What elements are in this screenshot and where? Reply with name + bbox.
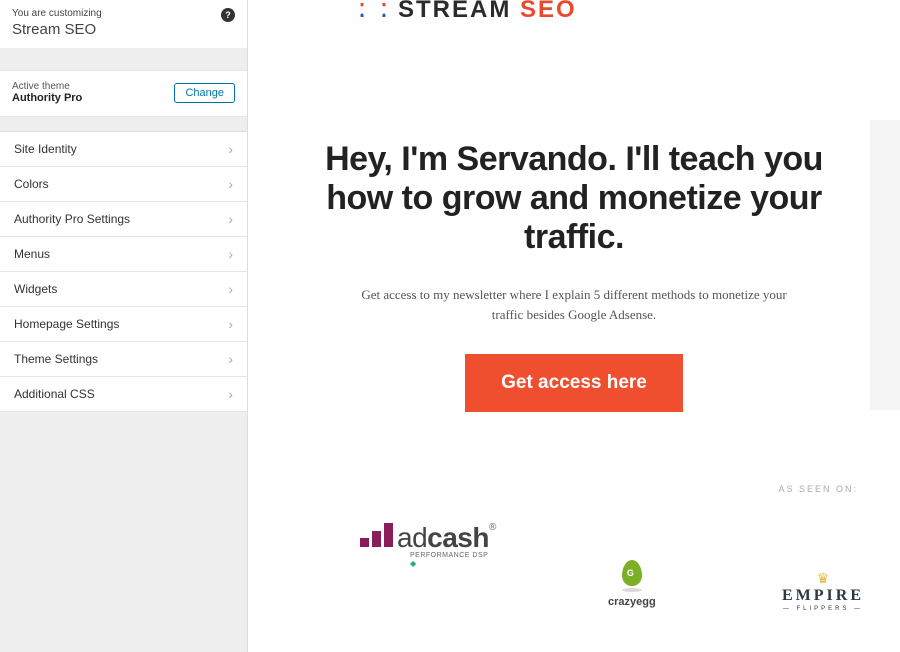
logos-row: adcash® PERFORMANCE DSP ◆ crazyegg ♛ EMP… xyxy=(248,518,900,628)
empire-subtext: — FLIPPERS — xyxy=(782,606,864,612)
brand[interactable]: STREAM SEO xyxy=(358,0,577,24)
chevron-right-icon: › xyxy=(228,177,233,191)
hero-headline: Hey, I'm Servando. I'll teach you how to… xyxy=(308,140,840,257)
change-theme-button[interactable]: Change xyxy=(174,83,235,103)
menu-item-site-identity[interactable]: Site Identity › xyxy=(0,132,247,167)
chevron-right-icon: › xyxy=(228,212,233,226)
active-theme-panel: Active theme Authority Pro Change xyxy=(0,70,247,117)
adcash-word2: cash xyxy=(427,522,489,553)
site-header: STREAM SEO xyxy=(248,0,900,20)
adcash-word1: ad xyxy=(397,522,427,553)
brand-word-1: STREAM xyxy=(398,0,520,23)
customizing-label: You are customizing xyxy=(12,8,102,19)
menu-item-widgets[interactable]: Widgets › xyxy=(0,272,247,307)
hero-section: Hey, I'm Servando. I'll teach you how to… xyxy=(248,20,900,412)
active-theme-name: Authority Pro xyxy=(12,92,82,104)
crown-icon: ♛ xyxy=(782,570,864,587)
menu-item-label: Menus xyxy=(14,247,50,261)
logo-adcash: adcash® PERFORMANCE DSP ◆ xyxy=(360,522,496,554)
menu-item-menus[interactable]: Menus › xyxy=(0,237,247,272)
menu-item-authority-pro-settings[interactable]: Authority Pro Settings › xyxy=(0,202,247,237)
menu-item-label: Authority Pro Settings xyxy=(14,212,130,226)
chevron-right-icon: › xyxy=(228,247,233,261)
crazyegg-text: crazyegg xyxy=(608,596,656,608)
adcash-bars-icon xyxy=(360,523,393,547)
hero-subtext: Get access to my newsletter where I expl… xyxy=(344,285,804,324)
menu-item-additional-css[interactable]: Additional CSS › xyxy=(0,377,247,412)
menu-item-homepage-settings[interactable]: Homepage Settings › xyxy=(0,307,247,342)
chevron-right-icon: › xyxy=(228,317,233,331)
site-name: Stream SEO xyxy=(12,21,102,38)
logo-crazyegg: crazyegg xyxy=(608,560,656,608)
menu-item-colors[interactable]: Colors › xyxy=(0,167,247,202)
adcash-dot-icon: ◆ xyxy=(410,559,417,568)
chevron-right-icon: › xyxy=(228,282,233,296)
empire-text: EMPIRE xyxy=(782,587,864,605)
menu-item-label: Homepage Settings xyxy=(14,317,119,331)
menu-item-label: Site Identity xyxy=(14,142,77,156)
menu-item-label: Colors xyxy=(14,177,49,191)
menu-item-label: Widgets xyxy=(14,282,57,296)
as-seen-on-label: AS SEEN ON: xyxy=(778,484,858,494)
logo-empire-flippers: ♛ EMPIRE — FLIPPERS — xyxy=(782,570,864,612)
site-preview: STREAM SEO Hey, I'm Servando. I'll teach… xyxy=(248,0,900,652)
hero-shadow xyxy=(870,120,900,410)
crazyegg-egg-icon xyxy=(622,560,642,586)
menu-item-theme-settings[interactable]: Theme Settings › xyxy=(0,342,247,377)
customizer-sidebar: You are customizing Stream SEO ? Active … xyxy=(0,0,248,652)
chevron-right-icon: › xyxy=(228,142,233,156)
sidebar-header: You are customizing Stream SEO ? xyxy=(0,0,247,48)
cta-button[interactable]: Get access here xyxy=(465,354,683,412)
brand-logo-icon xyxy=(358,3,388,17)
menu-item-label: Theme Settings xyxy=(14,352,98,366)
brand-text: STREAM SEO xyxy=(398,0,577,24)
help-icon[interactable]: ? xyxy=(221,8,235,22)
active-theme-label: Active theme xyxy=(12,81,82,92)
chevron-right-icon: › xyxy=(228,387,233,401)
brand-word-2: SEO xyxy=(520,0,577,23)
customizer-menu: Site Identity › Colors › Authority Pro S… xyxy=(0,131,247,412)
crazyegg-shadow-icon xyxy=(622,588,642,592)
menu-item-label: Additional CSS xyxy=(14,387,95,401)
adcash-subtext: PERFORMANCE DSP xyxy=(410,552,488,559)
chevron-right-icon: › xyxy=(228,352,233,366)
